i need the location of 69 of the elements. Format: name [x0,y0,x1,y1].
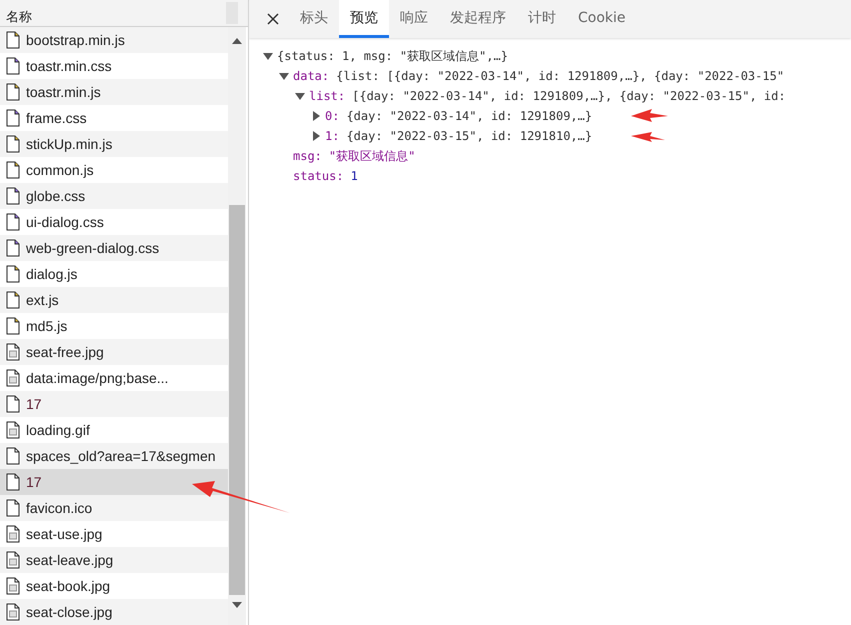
tab[interactable]: 标头 [289,0,339,38]
tree-node[interactable]: list: [{day: "2022-03-14", id: 1291809,…}, {day: "2022-03-15", id: [295,86,851,106]
property-value: 1 [350,169,358,183]
property-value: {day: "2022-03-15", id: 1291810,…} [346,129,592,143]
tree-node[interactable]: data: {list: [{day: "2022-03-14", id: 1291809,…}, {day: "2022-03-15" [279,66,851,86]
file-icon [6,577,20,595]
file-icon [6,31,20,49]
request-row[interactable]: toastr.min.js [0,79,228,105]
file-icon [6,213,20,231]
request-row[interactable]: spaces_old?area=17&segmen [0,443,228,469]
property-value: {day: "2022-03-14", id: 1291809,…} [346,109,592,123]
tree-node[interactable]: msg: "获取区域信息" [279,146,851,166]
request-row[interactable]: seat-close.jpg [0,599,228,625]
close-icon [267,13,279,25]
tab[interactable]: Cookie [567,0,637,38]
file-icon [6,161,20,179]
file-icon [6,369,20,387]
file-icon [6,525,20,543]
file-icon [6,265,20,283]
tab[interactable]: 发起程序 [439,0,517,38]
file-icon [6,109,20,127]
property-value: "获取区域信息" [328,148,416,164]
request-row[interactable]: bootstrap.min.js [0,27,228,53]
request-row[interactable]: stickUp.min.js [0,131,228,157]
property-value: {status: 1, msg: "获取区域信息",…} [277,48,508,64]
request-row[interactable]: seat-free.jpg [0,339,228,365]
file-icon [6,187,20,205]
request-row[interactable]: 17 [0,391,228,417]
file-icon [6,291,20,309]
file-icon [6,135,20,153]
file-icon [6,395,20,413]
property-key: msg: [293,149,322,163]
scrollbar-thumb[interactable] [229,205,245,595]
property-key: data: [293,69,330,83]
property-key: 1: [325,129,340,143]
request-row[interactable]: favicon.ico [0,495,228,521]
file-icon [6,447,20,465]
scroll-down-icon[interactable] [232,601,242,609]
tree-node[interactable]: 1: {day: "2022-03-15", id: 1291810,…} [311,126,851,146]
property-key: list: [309,89,346,103]
property-key: 0: [325,109,340,123]
file-icon [6,421,20,439]
file-icon [6,57,20,75]
request-row[interactable]: globe.css [0,183,228,209]
request-row[interactable]: web-green-dialog.css [0,235,228,261]
property-value: [{day: "2022-03-14", id: 1291809,…}, {day: "2022-03-15", id: [352,89,786,103]
request-row[interactable]: 17 [0,469,228,495]
request-row[interactable]: ext.js [0,287,228,313]
scrollbar[interactable] [228,27,246,625]
annotation-arrow [631,109,668,122]
request-row[interactable]: seat-leave.jpg [0,547,228,573]
file-icon [6,551,20,569]
tree-node[interactable]: {status: 1, msg: "获取区域信息",…} [263,46,851,66]
file-icon [6,83,20,101]
property-key: status: [293,169,344,183]
tab[interactable]: 响应 [389,0,439,38]
file-icon [6,343,20,361]
file-icon [6,499,20,517]
file-icon [6,603,20,621]
tree-node[interactable]: status: 1 [279,166,851,186]
property-value: {list: [{day: "2022-03-14", id: 1291809,…}, {day: "2022-03-15" [336,69,784,83]
file-icon [6,473,20,491]
tab[interactable]: 计时 [517,0,567,38]
file-icon [6,317,20,335]
tree-node[interactable]: 0: {day: "2022-03-14", id: 1291809,…} [311,106,851,126]
tab[interactable]: 预览 [339,0,389,38]
scroll-up-icon[interactable] [232,37,242,45]
annotation-arrow [631,132,665,142]
file-icon [6,239,20,257]
